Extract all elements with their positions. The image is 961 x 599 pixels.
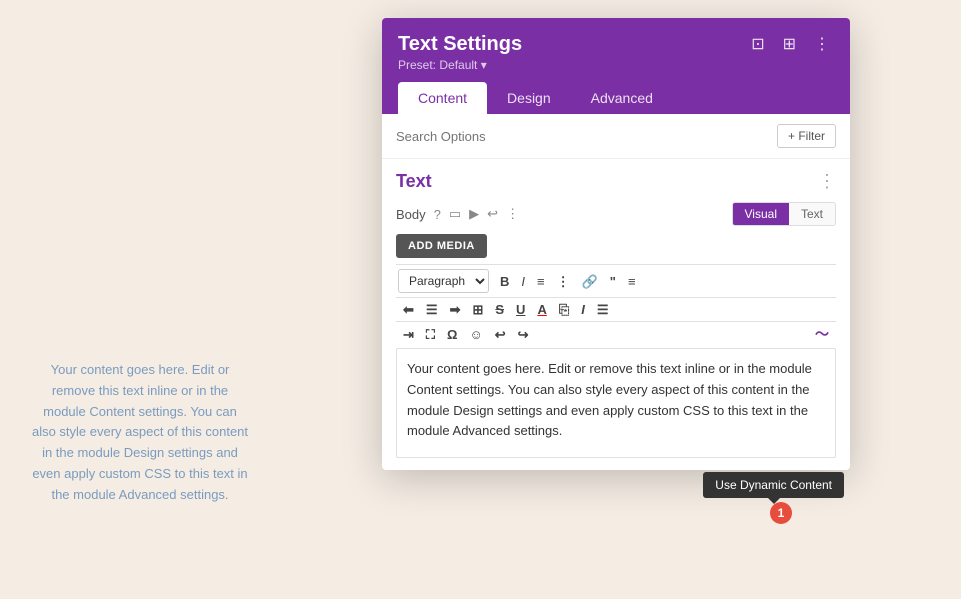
panel-header: Text Settings ⊡ ⊞ ⋮ Preset: Default ▾ Co… <box>382 18 850 114</box>
panel-body: Text ⋮ Body ? ▭ ▶ ↩ ⋮ Visual Text ADD ME… <box>382 159 850 470</box>
fullscreen-button[interactable]: ⛶ <box>421 325 440 344</box>
content-text: Your content goes here. Edit or remove t… <box>407 361 812 438</box>
text-section-header: Text ⋮ <box>396 171 836 192</box>
text-tab[interactable]: Text <box>789 203 835 225</box>
editor-content-area[interactable]: Your content goes here. Edit or remove t… <box>396 348 836 458</box>
panel-header-icons: ⊡ ⊞ ⋮ <box>747 32 834 56</box>
tab-content[interactable]: Content <box>398 82 487 114</box>
toolbar-row-2: ⬅ ☰ ➡ ⊞ S U A ⎘ I ☰ <box>396 297 836 321</box>
table-button[interactable]: ⊞ <box>467 300 488 319</box>
search-input[interactable] <box>396 129 769 144</box>
indent-button[interactable]: ⇥ <box>398 325 419 344</box>
tab-design[interactable]: Design <box>487 82 571 114</box>
dynamic-content-badge: 1 <box>770 502 792 524</box>
body-label: Body <box>396 207 426 222</box>
add-media-row: ADD MEDIA <box>396 234 836 258</box>
dynamic-content-button[interactable]: 〜 <box>810 324 834 344</box>
editor-controls: Body ? ▭ ▶ ↩ ⋮ Visual Text <box>396 202 836 226</box>
italic2-button[interactable]: I <box>576 300 590 319</box>
align-left-button[interactable]: ⬅ <box>398 300 419 319</box>
align-button[interactable]: ≡ <box>623 272 641 291</box>
italic-button[interactable]: I <box>516 272 530 291</box>
more-options-icon[interactable]: ⋮ <box>810 32 834 56</box>
search-bar: + Filter <box>382 114 850 159</box>
resize-icon-2[interactable]: ⊞ <box>779 32 800 56</box>
toolbar-row-3: ⇥ ⛶ Ω ☺ ↩ ↪ Use Dynamic Content 〜 1 <box>396 321 836 346</box>
dynamic-wave-icon: 〜 <box>815 326 829 342</box>
filter-button[interactable]: + Filter <box>777 124 836 148</box>
preset-selector[interactable]: Preset: Default ▾ <box>398 58 834 72</box>
panel-title: Text Settings <box>398 33 522 56</box>
tab-advanced[interactable]: Advanced <box>571 82 673 114</box>
redo-button[interactable]: ↪ <box>513 325 534 344</box>
undo-icon[interactable]: ↩ <box>487 206 498 222</box>
toolbar-row-1: Paragraph B I ≡ ⋮ 🔗 " ≡ <box>396 264 836 297</box>
paragraph-select[interactable]: Paragraph <box>398 269 489 293</box>
dynamic-content-area: Use Dynamic Content 〜 1 <box>810 324 834 344</box>
cursor-icon[interactable]: ▶ <box>469 206 479 222</box>
link-button[interactable]: 🔗 <box>577 272 603 291</box>
emoji-button[interactable]: ☺ <box>464 325 487 344</box>
mobile-icon[interactable]: ▭ <box>449 206 461 222</box>
help-icon[interactable]: ? <box>434 207 441 222</box>
background-content-text: Your content goes here. Edit or remove t… <box>30 360 250 506</box>
align-right-button[interactable]: ➡ <box>445 300 466 319</box>
align-center-button[interactable]: ☰ <box>421 300 443 319</box>
ordered-list-button[interactable]: ⋮ <box>552 272 575 291</box>
dynamic-content-tooltip: Use Dynamic Content <box>703 472 844 498</box>
copy-button[interactable]: ⎘ <box>554 300 574 319</box>
special-chars-button[interactable]: Ω <box>442 325 462 344</box>
visual-tab[interactable]: Visual <box>733 203 789 225</box>
blockquote-button[interactable]: " <box>605 272 621 291</box>
resize-icon-1[interactable]: ⊡ <box>747 32 768 56</box>
strikethrough-button[interactable]: S <box>490 300 509 319</box>
more-editor-icon[interactable]: ⋮ <box>506 206 519 222</box>
unordered-list-button[interactable]: ≡ <box>532 272 550 291</box>
editor-mode-tabs: Visual Text <box>732 202 836 226</box>
add-media-button[interactable]: ADD MEDIA <box>396 234 487 258</box>
section-title: Text <box>396 171 432 192</box>
text-settings-panel: Text Settings ⊡ ⊞ ⋮ Preset: Default ▾ Co… <box>382 18 850 470</box>
panel-tabs: Content Design Advanced <box>398 82 834 114</box>
bold-button[interactable]: B <box>495 272 514 291</box>
section-menu-icon[interactable]: ⋮ <box>818 171 836 192</box>
color-button[interactable]: A <box>532 300 551 319</box>
underline-button[interactable]: U <box>511 300 530 319</box>
list2-button[interactable]: ☰ <box>592 300 614 319</box>
undo2-button[interactable]: ↩ <box>490 325 511 344</box>
